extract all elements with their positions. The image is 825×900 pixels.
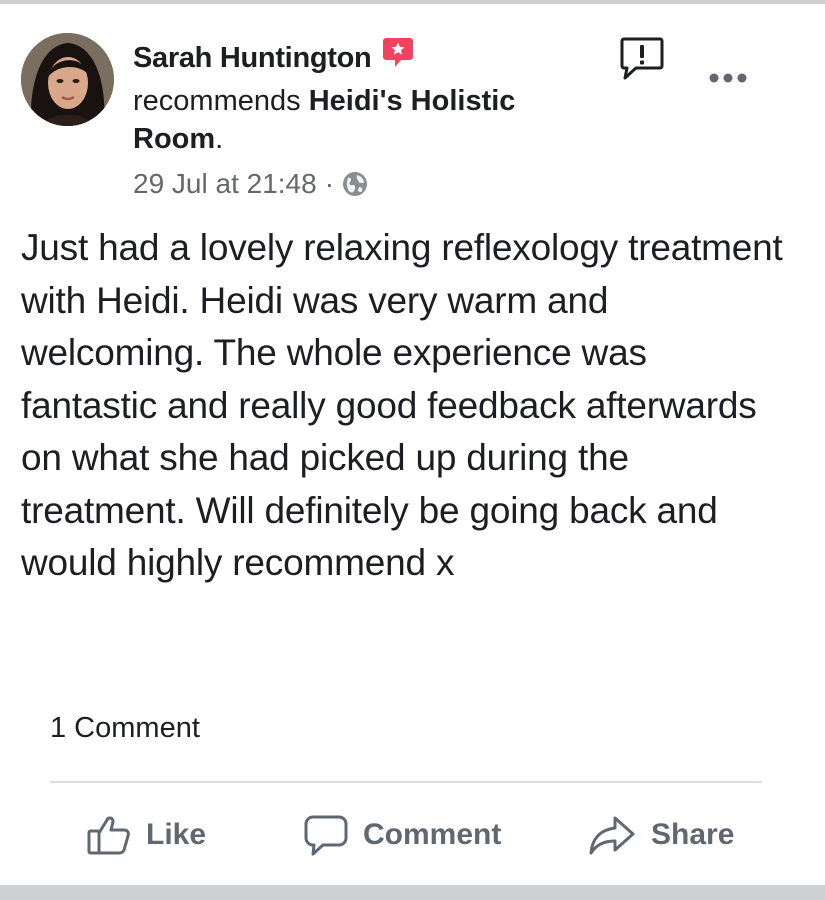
comment-bubble-icon [303, 812, 349, 858]
post-meta: 29 Jul at 21:48 · [133, 166, 368, 202]
share-arrow-icon [587, 812, 637, 858]
like-button[interactable]: Like [86, 800, 206, 870]
post-timestamp[interactable]: 29 Jul at 21:48 [133, 168, 317, 200]
recommendation-badge-icon [381, 35, 415, 69]
more-options-icon[interactable] [708, 70, 748, 86]
avatar[interactable] [21, 33, 114, 126]
meta-separator: · [324, 168, 335, 199]
recommendation-line: recommends Heidi's Holistic Room. [133, 82, 593, 158]
comment-count[interactable]: 1 Comment [50, 712, 200, 745]
share-label: Share [651, 818, 735, 851]
share-button[interactable]: Share [587, 800, 734, 870]
thumbs-up-icon [86, 812, 132, 858]
divider [50, 781, 762, 783]
author-name[interactable]: Sarah Huntington [133, 42, 372, 75]
bottom-separator [0, 885, 825, 900]
like-label: Like [146, 818, 207, 851]
globe-icon [342, 171, 368, 197]
page-name-suffix: . [215, 123, 224, 155]
post-body: Just had a lovely relaxing reflexology t… [21, 227, 783, 583]
report-icon[interactable] [619, 36, 665, 82]
comment-label: Comment [363, 818, 502, 851]
author-line: Sarah Huntington [133, 38, 415, 76]
action-bar: Like Comment Share [0, 800, 825, 870]
avatar-photo [21, 33, 114, 126]
recommend-verb: recommends [133, 85, 301, 117]
comment-button[interactable]: Comment [303, 800, 501, 870]
top-separator [0, 0, 825, 4]
